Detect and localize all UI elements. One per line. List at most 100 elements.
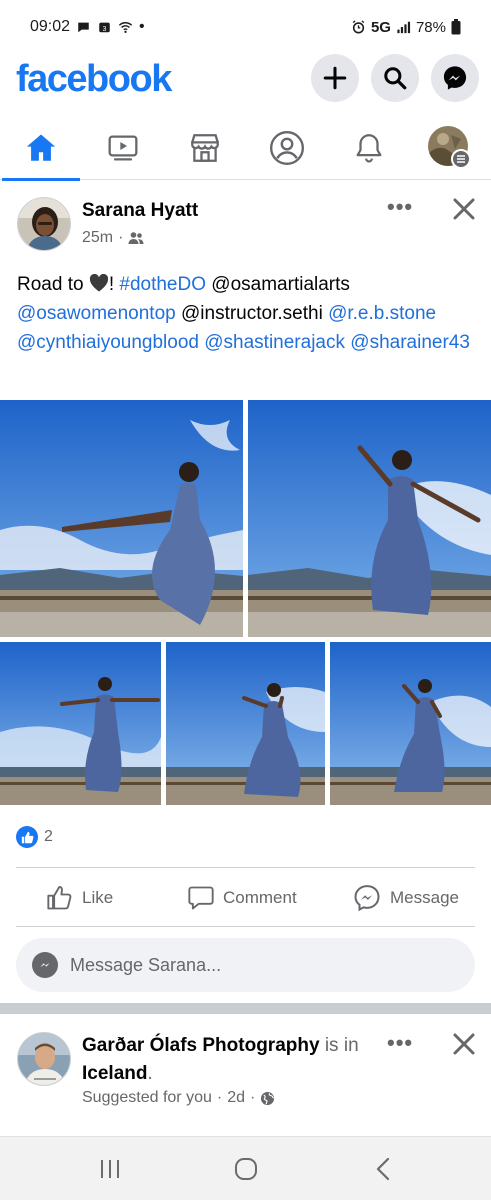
location-link[interactable]: Iceland: [82, 1063, 147, 1084]
search-button[interactable]: [371, 54, 419, 102]
system-navigation-bar: [0, 1136, 491, 1200]
mention-link[interactable]: @sharainer43: [350, 332, 470, 353]
recent-apps-icon: [101, 1160, 119, 1178]
hashtag-link[interactable]: #dotheDO: [119, 274, 206, 295]
tab-menu[interactable]: [409, 116, 491, 180]
post-text-after-heart: !: [108, 274, 120, 295]
thumbs-up-icon: [47, 885, 72, 910]
calendar-notification-icon: 3: [99, 22, 110, 33]
close-icon[interactable]: [452, 1032, 476, 1056]
post-more-button[interactable]: •••: [387, 194, 413, 220]
mention-link[interactable]: @cynthiaiyoungblood: [17, 332, 199, 353]
in-word: in: [343, 1035, 359, 1056]
video-icon: [108, 135, 138, 161]
avatar-photo: [18, 1033, 70, 1085]
post-actions: Like Comment Message: [0, 870, 491, 926]
photo-grid: [0, 400, 491, 805]
suggested-meta: Suggested for you · 2d ·: [82, 1089, 275, 1107]
avatar-photo: [18, 198, 70, 250]
back-icon: [376, 1157, 390, 1181]
meta-separator: ·: [118, 229, 124, 246]
feed-divider: [0, 1003, 491, 1014]
message-input[interactable]: Message Sarana...: [16, 938, 475, 992]
post-photo[interactable]: [0, 400, 243, 637]
home-circle-icon: [235, 1158, 257, 1180]
comment-label: Comment: [223, 888, 297, 907]
home-icon: [26, 134, 56, 161]
back-button[interactable]: [364, 1153, 404, 1185]
post-photo[interactable]: [330, 642, 491, 805]
tab-notifications[interactable]: [328, 116, 410, 180]
post-text: Road to ! #dotheDO @osamartialarts @osaw…: [17, 270, 477, 357]
mention-link[interactable]: @osawomenontop: [17, 303, 176, 324]
svg-text:3: 3: [103, 26, 107, 33]
reaction-summary[interactable]: 2: [16, 826, 53, 848]
suggested-post-header: Garðar Ólafs Photography is in Iceland.: [82, 1032, 382, 1088]
black-heart-icon: [89, 274, 108, 292]
comment-button[interactable]: Comment: [187, 870, 297, 926]
close-icon[interactable]: [452, 197, 476, 221]
post-meta: 25m ·: [82, 229, 144, 247]
facebook-logo[interactable]: facebook: [16, 58, 172, 101]
divider: [16, 926, 475, 927]
author-name[interactable]: Sarana Hyatt: [82, 200, 198, 222]
status-dot: •: [139, 18, 145, 35]
app-header: facebook: [0, 54, 491, 104]
post2-more-button[interactable]: •••: [387, 1030, 413, 1056]
messenger-icon: [443, 66, 467, 90]
plus-icon: [323, 66, 347, 90]
chat-notification-icon: [78, 22, 89, 33]
status-time: 09:02: [30, 18, 71, 35]
divider: [16, 867, 475, 868]
comment-icon: [188, 886, 214, 910]
home-button[interactable]: [226, 1153, 266, 1185]
like-button[interactable]: Like: [46, 870, 113, 926]
page-name[interactable]: Garðar Ólafs Photography: [82, 1035, 320, 1056]
bell-icon: [356, 134, 382, 163]
post-photo[interactable]: [0, 642, 161, 805]
avatar-menu-icon: [428, 126, 471, 169]
period: .: [147, 1063, 153, 1084]
page-avatar[interactable]: [17, 1032, 71, 1086]
is-word: is: [324, 1035, 339, 1056]
like-reaction-icon: [16, 826, 38, 848]
globe-icon: [261, 1091, 275, 1105]
suggested-label: Suggested for you: [82, 1089, 212, 1106]
nav-tabs: [0, 116, 491, 181]
mention-link[interactable]: @instructor.sethi: [181, 303, 323, 324]
tab-watch[interactable]: [82, 116, 164, 180]
author-avatar[interactable]: [17, 197, 71, 251]
status-bar: 09:02 3 • 5G 78%: [0, 0, 491, 54]
search-icon: [384, 67, 407, 90]
wifi-calling-icon: [118, 22, 133, 33]
tab-home[interactable]: [0, 116, 82, 181]
battery-percent: 78%: [415, 18, 446, 36]
post-time[interactable]: 25m: [82, 229, 113, 247]
like-label: Like: [82, 888, 114, 907]
mention-link[interactable]: @osamartialarts: [211, 274, 350, 295]
recent-apps-button[interactable]: [90, 1153, 130, 1185]
signal-icon: [397, 21, 411, 34]
reaction-count: 2: [44, 828, 53, 845]
friends-icon: [128, 232, 144, 244]
network-type: 5G: [370, 18, 391, 36]
messenger-button[interactable]: [431, 54, 479, 102]
suggested-post: Garðar Ólafs Photography is in Iceland. …: [0, 1014, 491, 1134]
post-photo[interactable]: [248, 400, 491, 637]
tab-marketplace[interactable]: [164, 116, 246, 180]
meta-separator: ·: [250, 1089, 256, 1106]
message-button[interactable]: Message: [352, 870, 459, 926]
post2-time[interactable]: 2d: [227, 1089, 245, 1107]
mention-link[interactable]: @shastinerajack: [204, 332, 345, 353]
status-left: 09:02 3 •: [30, 18, 145, 36]
post-text-prefix: Road to: [17, 274, 89, 295]
battery-icon: [451, 19, 461, 35]
post-photo[interactable]: [166, 642, 325, 805]
mention-link[interactable]: @r.e.b.stone: [328, 303, 436, 324]
tab-profile[interactable]: [246, 116, 328, 180]
meta-separator: ·: [216, 1089, 223, 1106]
profile-icon: [269, 130, 305, 166]
messenger-small-icon: [32, 952, 58, 978]
message-label: Message: [390, 888, 459, 907]
create-button[interactable]: [311, 54, 359, 102]
